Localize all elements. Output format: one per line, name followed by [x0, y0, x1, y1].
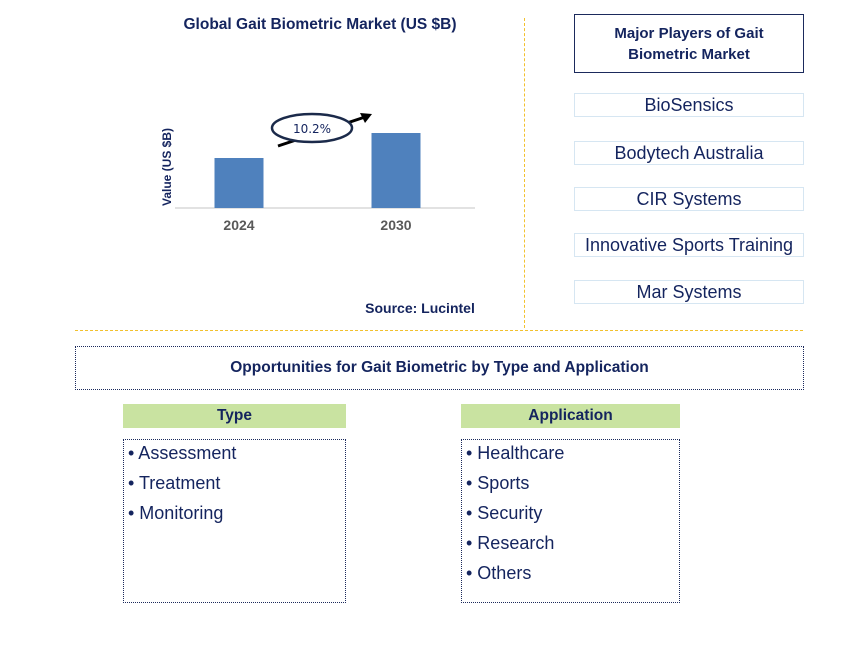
- player-item: Mar Systems: [574, 280, 804, 304]
- horizontal-divider: [75, 330, 803, 331]
- chart-title: Global Gait Biometric Market (US $B): [183, 16, 457, 33]
- source-label: Source: Lucintel: [365, 300, 475, 316]
- type-item: • Treatment: [128, 473, 221, 493]
- application-item: • Healthcare: [466, 443, 565, 463]
- bar-chart: 2024 2030 10.2%: [175, 112, 475, 233]
- type-item: • Assessment: [128, 443, 237, 463]
- bar-2030: [371, 133, 421, 208]
- player-item: Bodytech Australia: [574, 141, 804, 165]
- x-tick-label: 2024: [223, 217, 254, 233]
- bar-2024: [214, 158, 264, 208]
- player-item: BioSensics: [574, 93, 804, 117]
- player-item: CIR Systems: [574, 187, 804, 211]
- application-item: • Security: [466, 503, 543, 523]
- x-tick-label: 2030: [380, 217, 411, 233]
- cagr-label: 10.2%: [293, 122, 331, 136]
- type-list: • Assessment • Treatment • Monitoring: [123, 439, 346, 603]
- application-item: • Sports: [466, 473, 530, 493]
- type-item: • Monitoring: [128, 503, 224, 523]
- players-heading: Major Players of Gait Biometric Market: [574, 14, 804, 73]
- vertical-divider: [524, 18, 525, 328]
- opportunities-heading: Opportunities for Gait Biometric by Type…: [75, 346, 804, 390]
- application-item: • Research: [466, 533, 555, 553]
- growth-annotation: 10.2%: [270, 112, 372, 148]
- type-heading: Type: [123, 404, 346, 428]
- application-list: • Healthcare • Sports • Security • Resea…: [461, 439, 680, 603]
- application-item: • Others: [466, 563, 532, 583]
- player-item: Innovative Sports Training: [574, 233, 804, 257]
- application-heading: Application: [461, 404, 680, 428]
